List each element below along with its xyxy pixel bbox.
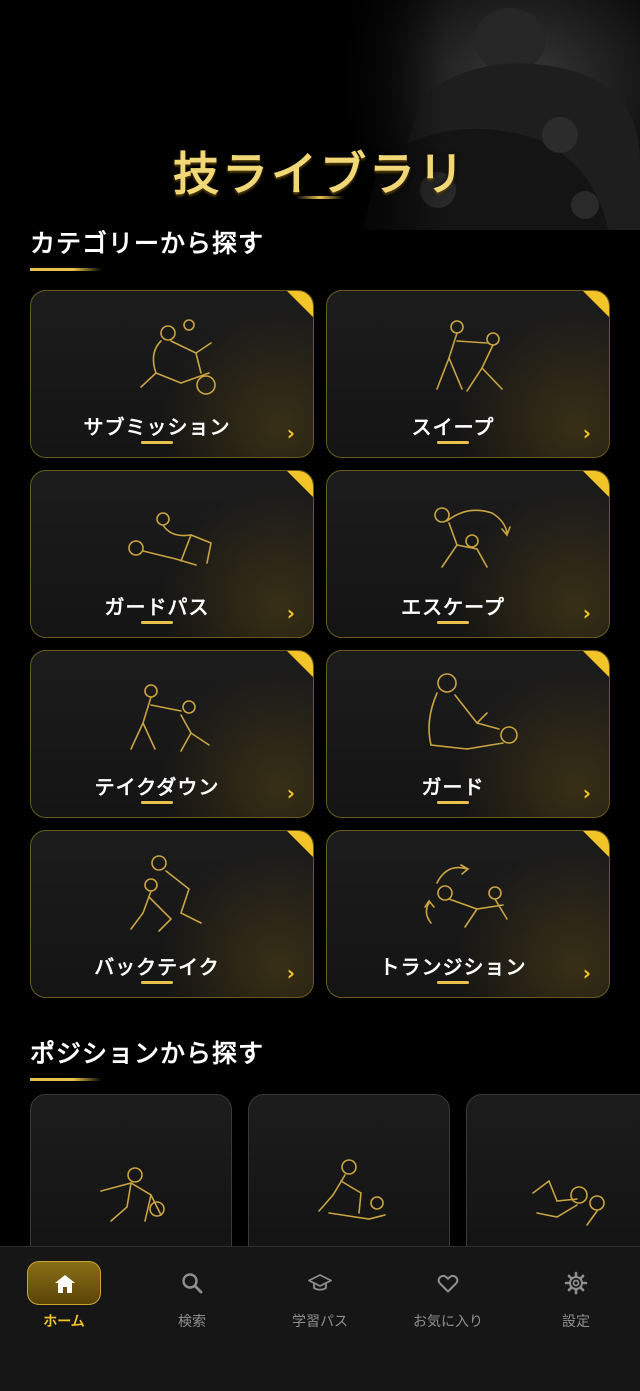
- category-label: トランジション: [379, 955, 527, 979]
- label-underline: [141, 621, 173, 624]
- nav-item-home[interactable]: ホーム: [9, 1261, 119, 1341]
- chevron-right-icon: ›: [286, 961, 295, 985]
- nav-item-favorites[interactable]: お気に入り: [393, 1261, 503, 1341]
- category-card-transition[interactable]: トランジション ›: [326, 830, 610, 998]
- page-title: 技ライブラリ: [173, 147, 467, 201]
- chevron-right-icon: ›: [286, 781, 295, 805]
- category-card-escape[interactable]: エスケープ ›: [326, 470, 610, 638]
- category-label: バックテイク: [94, 955, 220, 979]
- nav-label: 検索: [178, 1314, 206, 1330]
- category-section-title: カテゴリーから探す: [30, 229, 265, 258]
- label-underline: [141, 801, 173, 804]
- category-label: サブミッション: [83, 415, 231, 439]
- category-card-submission[interactable]: サブミッション ›: [30, 290, 314, 458]
- category-label: エスケープ: [401, 595, 505, 619]
- position-illustration-icon: [532, 1179, 605, 1226]
- nav-item-search[interactable]: 検索: [137, 1261, 247, 1341]
- nav-label: 設定: [562, 1314, 590, 1330]
- header-hero: 技ライブラリ: [0, 0, 640, 230]
- home-icon: [55, 1275, 75, 1293]
- graduation-cap-icon: [308, 1274, 332, 1291]
- chevron-right-icon: ›: [582, 601, 591, 625]
- guard-pass-illustration-icon: [128, 512, 212, 566]
- transition-illustration-icon: [424, 864, 508, 928]
- bottom-navigation: ホーム 検索 学習パス お気に入り 設定: [0, 1246, 640, 1391]
- nav-label: ホーム: [43, 1314, 85, 1330]
- section-underline: [30, 268, 102, 271]
- search-icon: [182, 1273, 203, 1294]
- chevron-right-icon: ›: [286, 421, 295, 445]
- category-label: スイープ: [411, 415, 495, 439]
- category-card-takedown[interactable]: テイクダウン ›: [30, 650, 314, 818]
- label-underline: [141, 981, 173, 984]
- back-take-illustration-icon: [130, 855, 202, 932]
- category-card-sweep[interactable]: スイープ ›: [326, 290, 610, 458]
- position-illustration-icon: [318, 1159, 386, 1220]
- category-label: ガードパス: [104, 595, 210, 619]
- chevron-right-icon: ›: [582, 421, 591, 445]
- position-section-title: ポジションから探す: [30, 1039, 265, 1068]
- category-card-back-take[interactable]: バックテイク ›: [30, 830, 314, 998]
- chevron-right-icon: ›: [286, 601, 295, 625]
- category-card-guard-pass[interactable]: ガードパス ›: [30, 470, 314, 638]
- nav-label: お気に入り: [413, 1314, 483, 1330]
- section-underline: [30, 1078, 102, 1081]
- chevron-right-icon: ›: [582, 961, 591, 985]
- title-underline: [296, 196, 344, 199]
- nav-label: 学習パス: [292, 1314, 348, 1330]
- sweep-illustration-icon: [436, 320, 503, 392]
- position-illustration-icon: [100, 1167, 165, 1222]
- label-underline: [437, 621, 469, 624]
- chevron-right-icon: ›: [582, 781, 591, 805]
- takedown-illustration-icon: [130, 684, 210, 752]
- heart-icon: [437, 1274, 459, 1293]
- category-label: ガード: [421, 775, 485, 799]
- guard-illustration-icon: [428, 673, 518, 750]
- label-underline: [141, 441, 173, 444]
- category-card-guard[interactable]: ガード ›: [326, 650, 610, 818]
- nav-item-settings[interactable]: 設定: [521, 1261, 631, 1341]
- escape-illustration-icon: [434, 507, 511, 568]
- nav-item-learning-path[interactable]: 学習パス: [265, 1261, 375, 1341]
- label-underline: [437, 801, 469, 804]
- submission-illustration-icon: [140, 319, 216, 395]
- label-underline: [437, 981, 469, 984]
- nav-active-highlight: [27, 1261, 101, 1305]
- label-underline: [437, 441, 469, 444]
- gear-icon: [564, 1271, 588, 1295]
- category-label: テイクダウン: [94, 775, 220, 799]
